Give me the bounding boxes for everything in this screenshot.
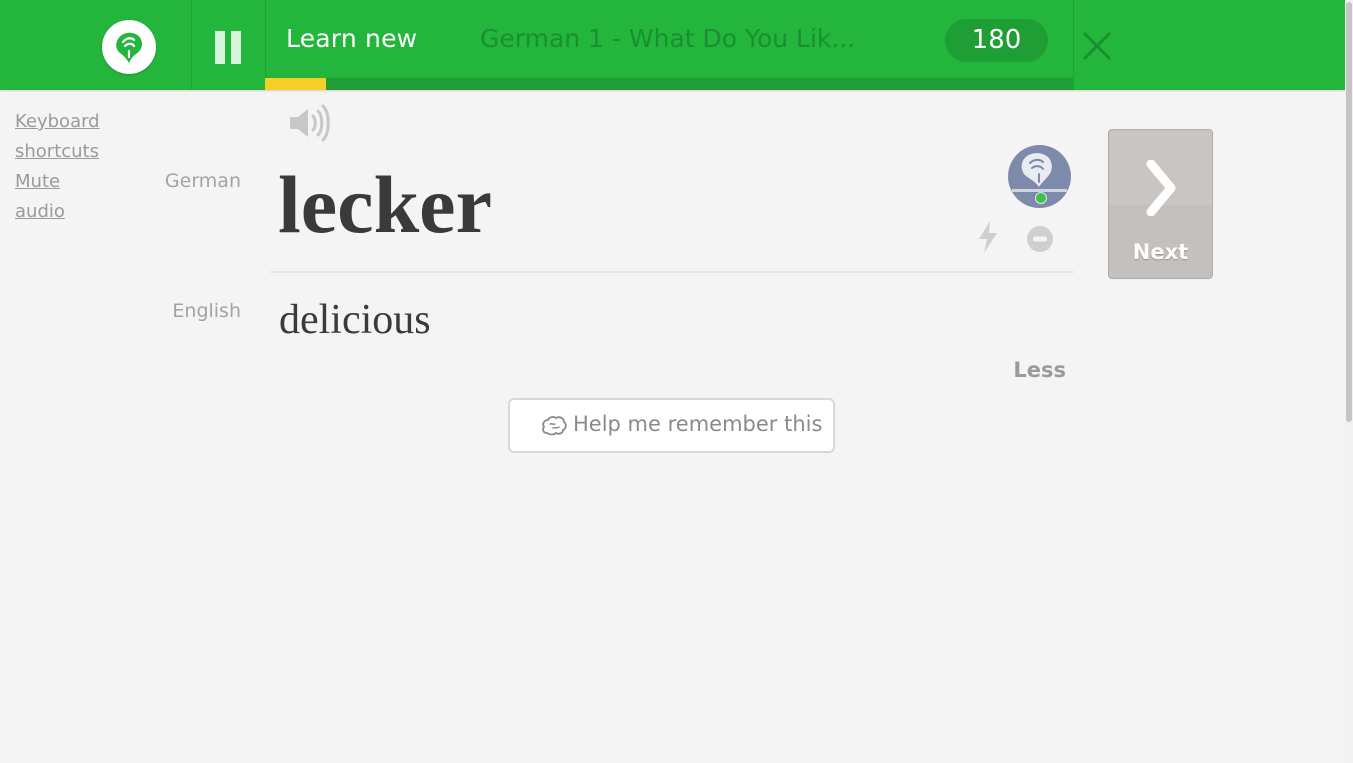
mute-audio-link[interactable]: Mute audio (15, 167, 100, 227)
page-scrollbar[interactable] (1345, 0, 1353, 763)
logo-area (0, 0, 191, 90)
status-dot (1035, 192, 1047, 204)
scrollbar-thumb[interactable] (1346, 2, 1352, 422)
target-language-label: English (172, 300, 241, 322)
score-badge: 180 (945, 19, 1048, 62)
pause-icon (215, 31, 225, 64)
course-title: German 1 - What Do You Lik... (480, 24, 856, 53)
session-mode-title: Learn new (286, 24, 418, 53)
close-divider (1073, 0, 1074, 90)
prompt-word: lecker (278, 159, 492, 250)
mem-avatar-icon[interactable] (1008, 145, 1071, 208)
less-toggle-link[interactable]: Less (1000, 358, 1066, 382)
chevron-right-icon (1146, 160, 1176, 216)
translation-text: delicious (279, 297, 431, 343)
pause-button[interactable] (191, 0, 266, 90)
help-button-label: Help me remember this (573, 412, 823, 436)
next-button-label: Next (1132, 240, 1189, 264)
memrise-logo-icon[interactable] (102, 20, 156, 74)
minus-circle-icon[interactable] (1026, 225, 1054, 253)
session-progress-bar (265, 78, 1073, 90)
top-bar: Learn new German 1 - What Do You Lik... … (0, 0, 1345, 90)
keyboard-shortcuts-link[interactable]: Keyboard shortcuts (15, 107, 100, 167)
close-icon (1083, 32, 1111, 60)
source-language-label: German (164, 170, 241, 192)
brain-icon (542, 416, 567, 436)
session-progress-fill (265, 78, 326, 90)
card-divider (270, 271, 1074, 273)
close-button[interactable] (1080, 29, 1114, 63)
lightning-icon[interactable] (976, 220, 1000, 254)
help-me-remember-button[interactable]: Help me remember this (508, 398, 835, 453)
speaker-icon[interactable] (287, 100, 333, 146)
sidebar-links: Keyboard shortcuts Mute audio (15, 107, 100, 227)
next-button[interactable]: Next (1108, 129, 1213, 279)
